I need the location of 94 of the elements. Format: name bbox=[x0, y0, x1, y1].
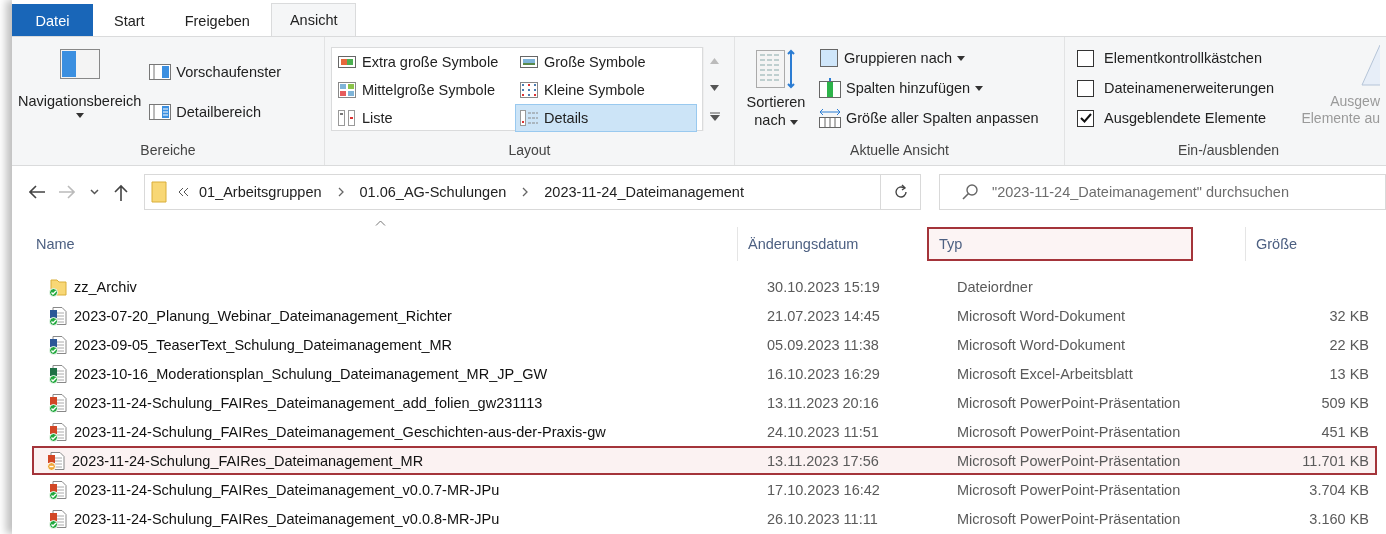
dropdown-caret-icon bbox=[789, 120, 798, 125]
view-command-button[interactable]: Spalten hinzufügen bbox=[819, 75, 1039, 101]
sort-by-button[interactable]: Sortieren nach bbox=[741, 43, 811, 139]
layout-option[interactable]: Große Symbole bbox=[515, 48, 697, 76]
file-type: Microsoft PowerPoint-Präsentation bbox=[956, 510, 1182, 527]
file-type: Microsoft Excel-Arbeitsblatt bbox=[956, 365, 1134, 382]
up-arrow-icon bbox=[114, 183, 128, 201]
file-size: 13 KB bbox=[1328, 365, 1370, 382]
photo-icon bbox=[338, 54, 356, 70]
folder-icon bbox=[151, 181, 169, 203]
file-type: Microsoft Word-Dokument bbox=[956, 336, 1127, 353]
dropdown-caret-icon bbox=[957, 55, 965, 61]
file-size: 22 KB bbox=[1328, 336, 1370, 353]
navigation-pane-icon bbox=[59, 49, 100, 79]
search-field[interactable]: "2023-11-24_Dateimanagement" durchsuchen bbox=[939, 174, 1386, 210]
column-header[interactable]: Name bbox=[12, 227, 75, 261]
photo-icon bbox=[520, 54, 538, 70]
modified-date: 13.11.2023 20:16 bbox=[766, 394, 880, 411]
ribbon-tab[interactable]: Ansicht bbox=[270, 3, 357, 36]
modified-date: 24.10.2023 11:51 bbox=[766, 423, 880, 440]
file-size: 32 KB bbox=[1328, 307, 1370, 324]
view-command-button[interactable]: Gruppieren nach bbox=[819, 45, 1039, 71]
file-size: 451 KB bbox=[1320, 423, 1370, 440]
modified-date: 13.11.2023 17:56 bbox=[766, 452, 880, 469]
file-size: 509 KB bbox=[1320, 394, 1370, 411]
show-option-checkbox[interactable]: Dateinamenerweiterungen bbox=[1077, 75, 1275, 101]
show-option-checkbox[interactable]: Ausgeblendete Elemente bbox=[1077, 105, 1275, 131]
tiles-icon bbox=[338, 82, 356, 98]
search-icon bbox=[962, 184, 978, 200]
dropdown-caret-icon bbox=[975, 85, 984, 91]
modified-date: 26.10.2023 11:11 bbox=[766, 510, 879, 527]
file-type: Microsoft PowerPoint-Präsentation bbox=[956, 481, 1182, 498]
checkmark-icon bbox=[1079, 113, 1092, 123]
back-arrow-icon bbox=[29, 185, 45, 199]
details-list-icon bbox=[520, 110, 538, 126]
column-header[interactable]: Typ bbox=[927, 227, 1193, 261]
file-size: 3.704 KB bbox=[1308, 481, 1370, 498]
overflow-chevrons-icon bbox=[179, 188, 189, 196]
scroll-down-icon bbox=[710, 84, 719, 91]
file-row[interactable]: 2023-11-24-Schulung_FAIRes_Dateimanagement_MR 13.11.2023 17:56 Microsoft PowerPoint-Präsentation 11.701 KB bbox=[32, 446, 1377, 475]
group-icon bbox=[819, 48, 839, 68]
breadcrumb[interactable]: 01.06_AG-Schulungen bbox=[359, 184, 507, 200]
add-column-icon bbox=[819, 78, 841, 98]
forward-arrow-icon bbox=[59, 185, 75, 199]
expand-gallery-icon bbox=[709, 111, 720, 121]
hide-icon bbox=[1360, 43, 1380, 87]
list-icon bbox=[338, 110, 356, 126]
preview-pane-button[interactable]: Vorschaufenster bbox=[149, 59, 282, 85]
modified-date: 30.10.2023 15:19 bbox=[766, 278, 881, 295]
column-header[interactable]: Änderungsdatum bbox=[737, 227, 859, 261]
dropdown-caret-icon bbox=[75, 113, 84, 118]
file-type: Dateiordner bbox=[956, 278, 1034, 295]
layout-option[interactable]: Mittelgroße Symbole bbox=[333, 76, 515, 104]
checkbox[interactable] bbox=[1077, 109, 1094, 127]
chevron-right-icon bbox=[337, 187, 344, 197]
navigation-pane-button[interactable]: Navigationsbereich bbox=[18, 43, 142, 139]
file-size: 3.160 KB bbox=[1308, 510, 1370, 527]
layout-option[interactable]: Kleine Symbole bbox=[515, 76, 697, 104]
file-type: Microsoft PowerPoint-Präsentation bbox=[956, 423, 1182, 440]
file-type: Microsoft PowerPoint-Präsentation bbox=[956, 394, 1182, 411]
group-label: Ein-/ausblenden bbox=[1176, 141, 1281, 160]
modified-date: 05.09.2023 11:38 bbox=[766, 336, 880, 353]
checkbox[interactable] bbox=[1077, 49, 1094, 67]
details-pane-button[interactable]: Detailbereich bbox=[149, 99, 282, 125]
layout-option[interactable]: Details bbox=[515, 104, 697, 132]
chevron-down-icon bbox=[89, 189, 99, 195]
column-header[interactable]: Größe bbox=[1245, 227, 1298, 261]
show-option-checkbox[interactable]: Elementkontrollkästchen bbox=[1077, 45, 1275, 71]
details-pane-icon bbox=[149, 104, 172, 120]
group-label: Layout bbox=[507, 141, 552, 160]
breadcrumb[interactable]: 01_Arbeitsgruppen bbox=[199, 184, 322, 200]
modified-date: 21.07.2023 14:45 bbox=[766, 307, 881, 324]
ribbon-tab[interactable]: Datei bbox=[12, 4, 93, 36]
view-command-button[interactable]: Größe aller Spalten anpassen bbox=[819, 105, 1039, 131]
file-type: Microsoft PowerPoint-Präsentation bbox=[956, 452, 1182, 469]
preview-pane-icon bbox=[149, 64, 172, 80]
checkbox[interactable] bbox=[1077, 79, 1094, 97]
modified-date: 17.10.2023 16:42 bbox=[766, 481, 881, 498]
layout-option[interactable]: Extra große Symbole bbox=[333, 48, 515, 76]
refresh-icon bbox=[893, 184, 908, 200]
layout-option[interactable]: Liste bbox=[333, 104, 515, 132]
grid-icon bbox=[520, 82, 538, 98]
address-bar[interactable]: 01_Arbeitsgruppen 01.06_AG-Schulungen 2023-11-24_Dateimanagement bbox=[144, 174, 881, 210]
modified-date: 16.10.2023 16:29 bbox=[766, 365, 881, 382]
group-label: Bereiche bbox=[139, 141, 197, 160]
breadcrumb[interactable]: 2023-11-24_Dateimanagement bbox=[544, 184, 744, 200]
scroll-up-icon bbox=[710, 57, 719, 64]
sort-icon bbox=[756, 49, 796, 89]
refresh-button[interactable] bbox=[881, 174, 921, 210]
file-size: 11.701 KB bbox=[1301, 452, 1370, 469]
file-type: Microsoft Word-Dokument bbox=[956, 307, 1127, 324]
group-label: Aktuelle Ansicht bbox=[849, 141, 950, 160]
chevron-right-icon bbox=[522, 187, 529, 197]
fit-columns-icon bbox=[819, 108, 841, 128]
